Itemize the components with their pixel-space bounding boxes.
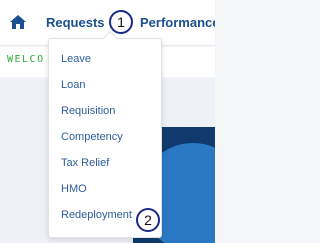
menu-item-loan[interactable]: Loan bbox=[49, 76, 161, 102]
welcome-text: WELCO bbox=[7, 54, 45, 65]
nav-performance-link[interactable]: Performance bbox=[140, 15, 215, 30]
nav-requests-link[interactable]: Requests bbox=[46, 15, 105, 30]
menu-item-leave[interactable]: Leave bbox=[49, 50, 161, 76]
annotation-badge-2: 2 bbox=[136, 208, 160, 232]
requests-menu-list: Leave Loan Requisition Competency Tax Re… bbox=[49, 50, 161, 232]
home-icon[interactable] bbox=[9, 14, 27, 30]
annotation-badge-1: 1 bbox=[109, 10, 133, 34]
menu-item-requisition[interactable]: Requisition bbox=[49, 102, 161, 128]
page: Requests Performance WELCO Leave Loan Re… bbox=[0, 0, 215, 243]
menu-item-tax-relief[interactable]: Tax Relief bbox=[49, 154, 161, 180]
menu-item-hmo[interactable]: HMO bbox=[49, 180, 161, 206]
menu-item-competency[interactable]: Competency bbox=[49, 128, 161, 154]
